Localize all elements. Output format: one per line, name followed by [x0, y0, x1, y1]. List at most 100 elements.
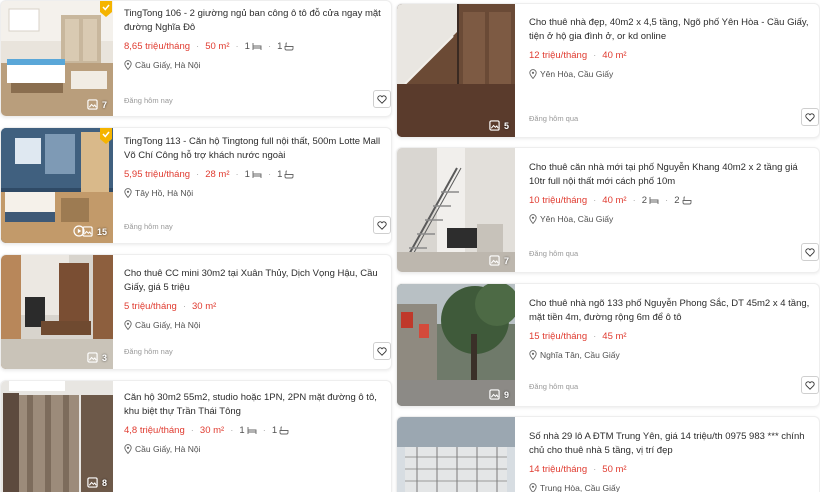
separator-dot: · [262, 425, 266, 436]
listing-price: 4,8 triệu/tháng [124, 425, 185, 436]
bedroom-value: 1 [244, 41, 250, 52]
bathroom-value: 1 [271, 425, 278, 436]
listing-title[interactable]: Cho thuê nhà ngõ 133 phố Nguyễn Phong Sắ… [529, 297, 819, 325]
listing-meta: 5,95 triệu/tháng · 28 m² · 1 · 1 [124, 169, 391, 180]
listing-price: 8,65 triệu/tháng [124, 41, 191, 52]
listing-card[interactable]: 3 Cho thuê CC mini 30m2 tại Xuân Thủy, D… [0, 254, 392, 370]
bathroom-count: 1 [277, 169, 294, 180]
listing-title[interactable]: TingTong 106 - 2 giường ngủ ban công ô t… [124, 7, 391, 35]
listing-price: 14 triệu/tháng [529, 464, 588, 475]
listing-thumbnail[interactable]: 15 [1, 128, 113, 243]
location-text: Cầu Giấy, Hà Nội [135, 444, 201, 454]
favorite-button[interactable] [801, 376, 819, 394]
bathroom-value: 1 [277, 169, 283, 180]
image-icon [87, 352, 98, 363]
listing-thumbnail[interactable]: 7 [1, 1, 113, 116]
bedroom-count: 1 [245, 41, 262, 52]
listing-area: 30 m² [192, 301, 217, 312]
posted-date: Đăng hôm nay [124, 222, 173, 231]
listing-card[interactable]: 15 TingTong 113 - Căn hộ Tingtong full n… [0, 127, 392, 244]
bedroom-count: 1 [239, 425, 257, 436]
separator-dot: · [190, 425, 194, 436]
listing-area: 40 m² [602, 50, 627, 61]
listing-card[interactable]: Số nhà 29 lô A ĐTM Trung Yên, giá 14 tri… [396, 416, 820, 492]
separator-dot: · [632, 195, 636, 206]
favorite-button[interactable] [801, 108, 819, 126]
listing-title[interactable]: Số nhà 29 lô A ĐTM Trung Yên, giá 14 tri… [529, 430, 819, 458]
listing-price: 12 triệu/tháng [529, 50, 588, 61]
listing-card[interactable]: 5 Cho thuê nhà đẹp, 40m2 x 4,5 tầng, Ngõ… [396, 3, 820, 138]
photo-count-value: 7 [101, 99, 107, 110]
listing-title[interactable]: TingTong 113 - Căn hộ Tingtong full nội … [124, 135, 391, 163]
listing-photo [397, 148, 515, 272]
bedroom-count: 1 [245, 169, 262, 180]
photo-count: 7 [489, 255, 509, 266]
photo-count-value: 7 [503, 255, 509, 266]
listing-card[interactable]: 7 Cho thuê căn nhà mới tại phố Nguyễn Kh… [396, 147, 820, 273]
listing-location: Cầu Giấy, Hà Nội [124, 444, 391, 454]
photo-count-value: 15 [96, 226, 107, 237]
listing-info: Cho thuê nhà đẹp, 40m2 x 4,5 tầng, Ngõ p… [529, 4, 819, 137]
heart-icon [377, 346, 387, 356]
location-text: Cầu Giấy, Hà Nội [135, 320, 201, 330]
listing-thumbnail[interactable]: 9 [397, 284, 515, 406]
bed-icon [252, 43, 262, 50]
location-text: Nghĩa Tân, Cầu Giấy [540, 350, 620, 360]
listing-meta: 14 triệu/tháng · 50 m² [529, 464, 819, 475]
image-icon [489, 120, 500, 131]
listing-card[interactable]: 8 Căn hộ 30m2 55m2, studio hoặc 1PN, 2PN… [0, 380, 392, 492]
photo-count-value: 5 [503, 120, 509, 131]
verified-badge-icon [100, 128, 112, 144]
map-pin-icon [124, 60, 132, 70]
photo-count-value: 3 [101, 352, 107, 363]
favorite-button[interactable] [801, 243, 819, 261]
listing-title[interactable]: Cho thuê CC mini 30m2 tại Xuân Thủy, Dịc… [124, 267, 391, 295]
location-text: Tây Hồ, Hà Nội [135, 188, 194, 198]
favorite-button[interactable] [373, 90, 391, 108]
map-pin-icon [529, 483, 537, 492]
listing-card[interactable]: 7 TingTong 106 - 2 giường ngủ ban công ô… [0, 0, 392, 117]
listing-meta: 12 triệu/tháng · 40 m² [529, 50, 819, 61]
listing-title[interactable]: Cho thuê căn nhà mới tại phố Nguyễn Khan… [529, 161, 819, 189]
image-icon [82, 226, 93, 237]
bath-icon [284, 42, 294, 51]
listing-card[interactable]: 9 Cho thuê nhà ngõ 133 phố Nguyễn Phong … [396, 283, 820, 407]
posted-date: Đăng hôm nay [124, 347, 173, 356]
listing-meta: 8,65 triệu/tháng · 50 m² · 1 · 1 [124, 41, 391, 52]
listing-price: 10 triệu/tháng [529, 195, 588, 206]
separator-dot: · [593, 50, 597, 61]
listing-info: Cho thuê căn nhà mới tại phố Nguyễn Khan… [529, 148, 819, 272]
photo-count: 7 [87, 99, 107, 110]
listing-area: 40 m² [602, 195, 627, 206]
listing-photo [397, 4, 515, 137]
bed-icon [649, 197, 659, 204]
map-pin-icon [529, 350, 537, 360]
listing-location: Nghĩa Tân, Cầu Giấy [529, 350, 819, 360]
favorite-button[interactable] [373, 342, 391, 360]
image-icon [87, 477, 98, 488]
listing-area: 30 m² [199, 425, 225, 436]
posted-date: Đăng hôm qua [529, 114, 579, 123]
listing-thumbnail[interactable] [397, 417, 515, 492]
listing-thumbnail[interactable]: 3 [1, 255, 113, 369]
listing-thumbnail[interactable]: 7 [397, 148, 515, 272]
map-pin-icon [124, 188, 132, 198]
bath-icon [284, 170, 294, 179]
listing-photo [397, 284, 515, 406]
bathroom-count: 1 [272, 425, 289, 436]
listing-price: 15 triệu/tháng [529, 331, 588, 342]
separator-dot: · [267, 41, 272, 52]
listing-title[interactable]: Cho thuê nhà đẹp, 40m2 x 4,5 tầng, Ngõ p… [529, 16, 819, 44]
favorite-button[interactable] [373, 216, 391, 234]
listing-price: 5,95 triệu/tháng [124, 169, 191, 180]
listing-meta: 10 triệu/tháng · 40 m² · 2 · 2 [529, 195, 819, 206]
listing-area: 50 m² [602, 464, 627, 475]
heart-icon [377, 94, 387, 104]
listing-thumbnail[interactable]: 8 [1, 381, 113, 492]
listing-price: 5 triệu/tháng [124, 301, 177, 312]
listing-title[interactable]: Căn hộ 30m2 55m2, studio hoặc 1PN, 2PN m… [124, 391, 391, 419]
listing-thumbnail[interactable]: 5 [397, 4, 515, 137]
location-text: Yên Hòa, Cầu Giấy [540, 69, 614, 79]
image-icon [87, 99, 98, 110]
listing-photo [1, 381, 113, 492]
